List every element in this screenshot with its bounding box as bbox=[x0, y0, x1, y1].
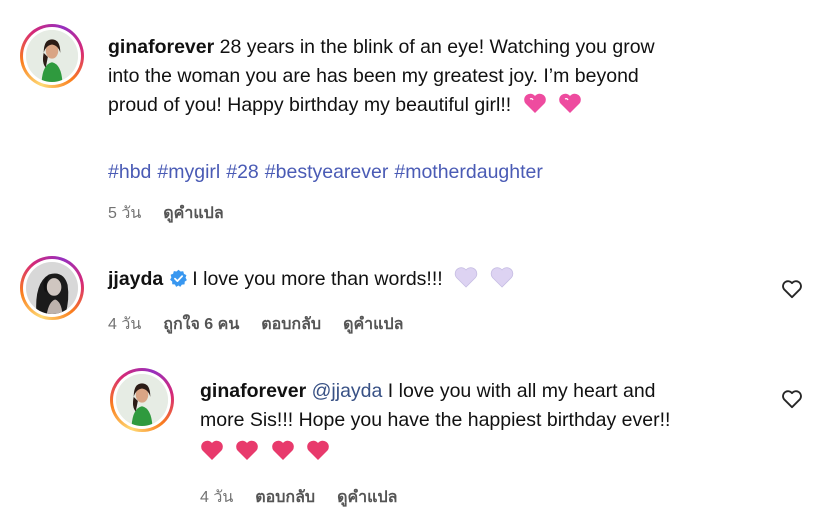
like-heart-icon[interactable] bbox=[781, 279, 803, 299]
comment-meta: 4 วัน ถูกใจ 6 คน ตอบกลับ ดูคำแปล bbox=[108, 312, 403, 337]
comment-text-line: I love you with all my heart and bbox=[387, 380, 656, 402]
avatar-ginaforever[interactable] bbox=[20, 24, 84, 88]
comment-text-line: into the woman you are has been my great… bbox=[108, 65, 639, 87]
hashtag-link[interactable]: #28 bbox=[226, 161, 259, 183]
like-heart-icon[interactable] bbox=[781, 389, 803, 409]
see-translation-button[interactable]: ดูคำแปล bbox=[337, 485, 397, 510]
hashtag-link[interactable]: #hbd bbox=[108, 161, 151, 183]
hashtag-list: #hbd #mygirl #28 #bestyearever #motherdaught… bbox=[108, 158, 549, 187]
profile-photo bbox=[26, 30, 78, 82]
sparkling-heart-icon bbox=[523, 92, 547, 114]
comment-body: jjayda I love you more than words!!! bbox=[108, 265, 768, 294]
verified-badge-icon bbox=[169, 269, 188, 288]
red-heart-icon bbox=[235, 439, 259, 461]
comment-meta: 5 วัน ดูคำแปล bbox=[108, 201, 224, 226]
hashtag-link[interactable]: #mygirl bbox=[157, 161, 220, 183]
see-translation-button[interactable]: ดูคำแปล bbox=[343, 312, 403, 337]
hashtag-link[interactable]: #motherdaughter bbox=[394, 161, 543, 183]
comment-username[interactable]: ginaforever bbox=[108, 36, 214, 58]
hashtag-link[interactable]: #bestyearever bbox=[265, 161, 389, 183]
comment-body: ginaforever 28 years in the blink of an … bbox=[108, 33, 808, 120]
comment-username[interactable]: ginaforever bbox=[200, 380, 306, 402]
reply-button[interactable]: ตอบกลับ bbox=[261, 312, 321, 337]
profile-photo bbox=[116, 374, 168, 426]
sparkling-heart-icon bbox=[558, 92, 582, 114]
comment-text-line: proud of you! Happy birthday my beautifu… bbox=[108, 94, 512, 116]
white-heart-icon bbox=[454, 266, 478, 288]
avatar-ginaforever[interactable] bbox=[110, 368, 174, 432]
red-heart-icon bbox=[306, 439, 330, 461]
comment-body: ginaforever @jjayda I love you with all … bbox=[200, 377, 770, 467]
reply-button[interactable]: ตอบกลับ bbox=[255, 485, 315, 510]
comment-text-line: 28 years in the blink of an eye! Watchin… bbox=[219, 36, 655, 58]
comment-time[interactable]: 5 วัน bbox=[108, 201, 141, 226]
comment-time[interactable]: 4 วัน bbox=[200, 485, 233, 510]
comment-time[interactable]: 4 วัน bbox=[108, 312, 141, 337]
avatar-jjayda[interactable] bbox=[20, 256, 84, 320]
red-heart-icon bbox=[271, 439, 295, 461]
red-heart-icon bbox=[200, 439, 224, 461]
comment-text-line: I love you more than words!!! bbox=[192, 268, 443, 290]
likes-count[interactable]: ถูกใจ 6 คน bbox=[163, 312, 239, 337]
comment-text-line: more Sis!!! Hope you have the happiest b… bbox=[200, 409, 671, 431]
mention-link[interactable]: @jjayda bbox=[312, 380, 383, 402]
comment-username[interactable]: jjayda bbox=[108, 268, 163, 290]
comment-meta: 4 วัน ตอบกลับ ดูคำแปล bbox=[200, 485, 397, 510]
see-translation-button[interactable]: ดูคำแปล bbox=[163, 201, 223, 226]
profile-photo bbox=[26, 262, 78, 314]
white-heart-icon bbox=[490, 266, 514, 288]
